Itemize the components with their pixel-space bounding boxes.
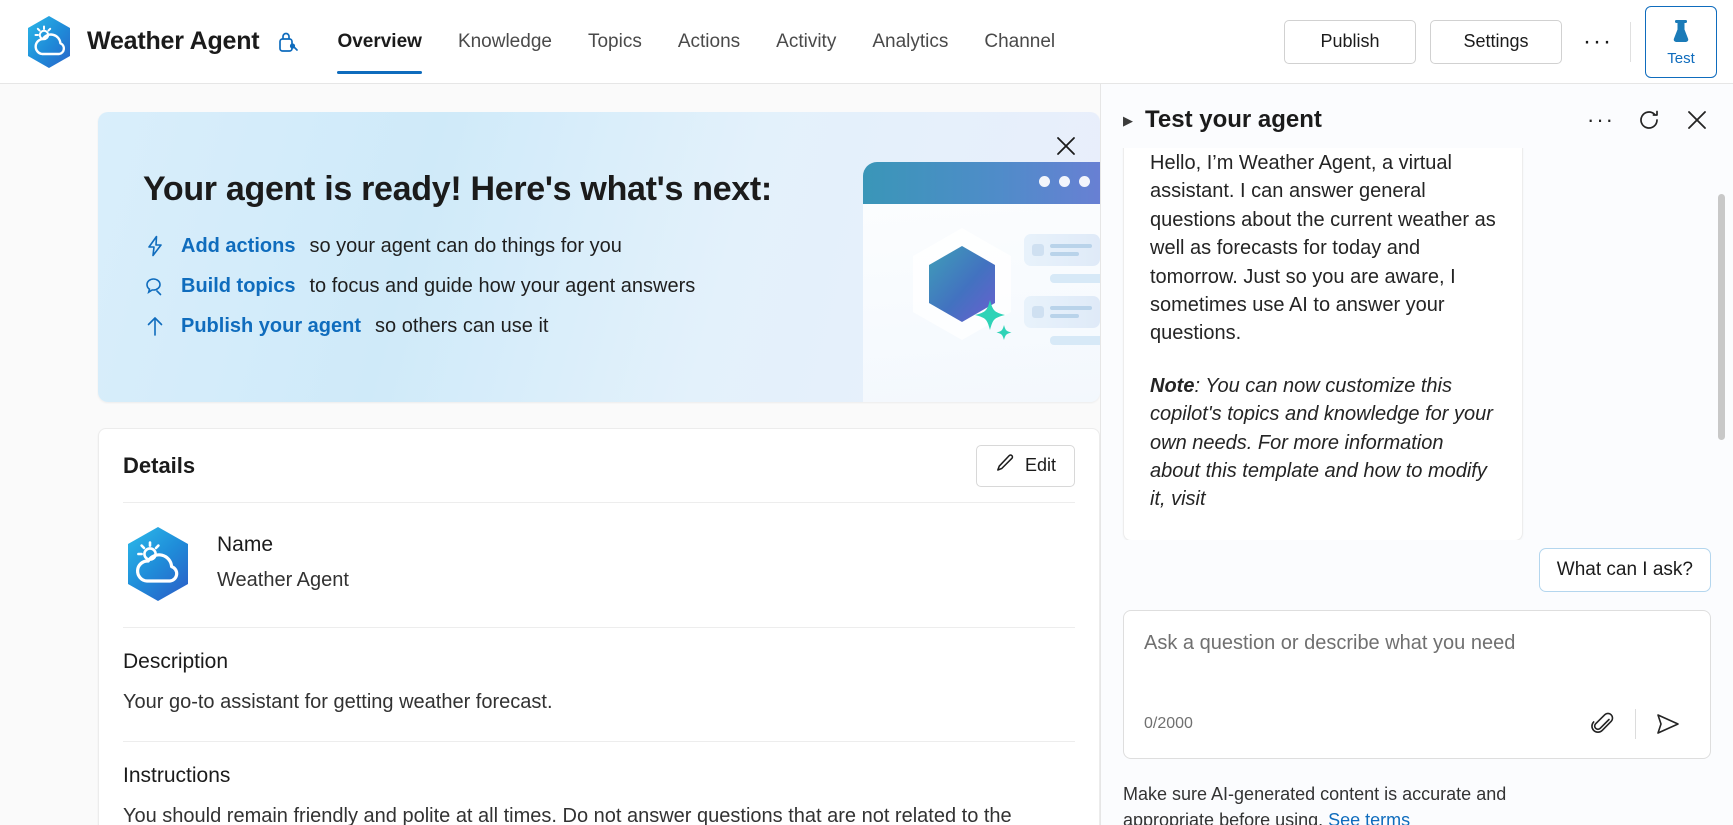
details-title: Details [123, 453, 195, 479]
settings-button[interactable]: Settings [1430, 20, 1562, 64]
chat-input[interactable] [1144, 629, 1690, 693]
edit-button[interactable]: Edit [976, 445, 1075, 487]
banner-list: Add actions so your agent can do things … [143, 234, 695, 338]
pencil-icon [995, 453, 1015, 478]
add-actions-link[interactable]: Add actions [181, 235, 295, 258]
agent-message: Hello, I’m Weather Agent, a virtual assi… [1123, 148, 1523, 540]
beaker-icon [1668, 17, 1694, 48]
chat-scrollbar-thumb[interactable] [1718, 194, 1725, 440]
brand: Weather Agent [0, 15, 299, 69]
tab-actions[interactable]: Actions [660, 0, 758, 84]
tab-channel[interactable]: Channel [966, 0, 1073, 84]
suggestions: What can I ask? [1101, 548, 1733, 592]
chat-composer: 0/2000 [1123, 610, 1711, 759]
chat-bubble-icon [143, 274, 167, 298]
publish-agent-link[interactable]: Publish your agent [181, 315, 361, 338]
test-button-label: Test [1667, 50, 1695, 67]
toolbar-divider [1630, 22, 1631, 62]
ai-disclaimer: Make sure AI-generated content is accura… [1123, 781, 1543, 825]
test-panel-actions: ··· [1587, 106, 1711, 134]
test-agent-panel: ▶ Test your agent ··· [1100, 84, 1733, 825]
list-item-text: to focus and guide how your agent answer… [309, 275, 695, 298]
agent-message-note: Note: You can now customize this copilot… [1150, 372, 1496, 514]
list-item: Build topics to focus and guide how your… [143, 274, 695, 298]
test-button[interactable]: Test [1645, 6, 1717, 78]
list-item-text: so others can use it [375, 315, 548, 338]
details-card: Details Edit [98, 428, 1100, 825]
app-root: Weather Agent Overview Knowledge Topics … [0, 0, 1733, 825]
top-bar-actions: Publish Settings ··· Test [1284, 0, 1733, 84]
main-content: Your agent is ready! Here's what's next:… [0, 84, 1100, 825]
description-value: Your go-to assistant for getting weather… [123, 688, 1075, 717]
see-terms-link[interactable]: See terms [1328, 810, 1410, 825]
chevron-right-icon[interactable]: ▶ [1123, 114, 1133, 127]
what-can-i-ask-button[interactable]: What can I ask? [1539, 548, 1711, 592]
test-panel-title: Test your agent [1145, 106, 1322, 134]
more-options-icon[interactable]: ··· [1576, 20, 1620, 64]
test-panel-header: ▶ Test your agent ··· [1101, 84, 1733, 148]
refresh-icon[interactable] [1635, 106, 1663, 134]
details-name-field: Name Weather Agent [217, 533, 349, 595]
list-item: Publish your agent so others can use it [143, 314, 695, 338]
note-label: Note [1150, 375, 1194, 397]
lightning-bolt-icon [143, 234, 167, 258]
weather-cloud-sun-icon [25, 15, 73, 69]
avatar [123, 525, 193, 603]
chat-transcript: Hello, I’m Weather Agent, a virtual assi… [1101, 148, 1733, 540]
top-bar: Weather Agent Overview Knowledge Topics … [0, 0, 1733, 84]
instructions-label: Instructions [123, 764, 1075, 788]
close-icon[interactable] [1683, 106, 1711, 134]
tab-topics[interactable]: Topics [570, 0, 660, 84]
tab-knowledge[interactable]: Knowledge [440, 0, 570, 84]
paperclip-icon[interactable] [1581, 704, 1625, 744]
tab-overview[interactable]: Overview [319, 0, 440, 84]
body: Your agent is ready! Here's what's next:… [0, 84, 1733, 825]
send-icon[interactable] [1646, 704, 1690, 744]
list-item-text: so your agent can do things for you [309, 235, 621, 258]
banner-title: Your agent is ready! Here's what's next: [143, 170, 772, 209]
more-horizontal-icon[interactable]: ··· [1587, 106, 1615, 134]
build-topics-link[interactable]: Build topics [181, 275, 295, 298]
disclaimer-text: Make sure AI-generated content is accura… [1123, 784, 1506, 825]
details-description-row: Description Your go-to assistant for get… [123, 628, 1075, 742]
character-count: 0/2000 [1144, 715, 1193, 733]
close-icon[interactable] [1048, 128, 1084, 164]
list-item: Add actions so your agent can do things … [143, 234, 695, 258]
details-card-header: Details Edit [123, 429, 1075, 503]
main-nav: Overview Knowledge Topics Actions Activi… [319, 0, 1073, 84]
details-name-row: Name Weather Agent [123, 503, 1075, 628]
agent-message-text: Hello, I’m Weather Agent, a virtual assi… [1150, 149, 1496, 348]
tab-analytics[interactable]: Analytics [854, 0, 966, 84]
chat-scrollbar[interactable] [1718, 194, 1725, 494]
note-text: : You can now customize this copilot's t… [1150, 375, 1493, 511]
publish-button[interactable]: Publish [1284, 20, 1416, 64]
name-value: Weather Agent [217, 566, 349, 595]
onboarding-banner: Your agent is ready! Here's what's next:… [98, 112, 1100, 402]
description-label: Description [123, 650, 1075, 674]
details-instructions-row: Instructions You should remain friendly … [123, 742, 1075, 825]
name-label: Name [217, 533, 349, 557]
composer-footer: 0/2000 [1144, 704, 1690, 744]
banner-illustration [855, 162, 1100, 402]
lock-key-icon [275, 29, 299, 55]
instructions-value: You should remain friendly and polite at… [123, 802, 1075, 825]
composer-divider [1635, 709, 1636, 739]
page-title: Weather Agent [87, 27, 259, 56]
composer-tools [1581, 704, 1690, 744]
arrow-up-icon [143, 314, 167, 338]
tab-activity[interactable]: Activity [758, 0, 854, 84]
edit-button-label: Edit [1025, 455, 1056, 476]
